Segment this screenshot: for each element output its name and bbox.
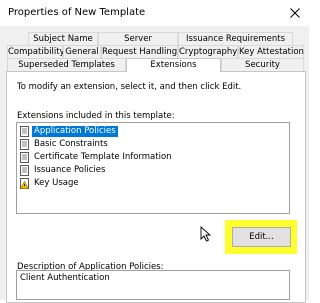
extension-page-icon <box>20 126 29 137</box>
tab-compatibility[interactable]: Compatibility <box>7 45 65 58</box>
properties-dialog: Properties of New Template Subject Name … <box>0 0 309 303</box>
tab-request-handling[interactable]: Request Handling <box>101 45 178 58</box>
extensions-list-label: Extensions included in this template: <box>17 111 175 121</box>
tab-cryptography[interactable]: Cryptography <box>178 45 238 58</box>
tab-server[interactable]: Server <box>98 32 178 45</box>
list-item-issuance-policies[interactable]: Issuance Policies <box>19 165 107 176</box>
list-item-application-policies[interactable]: Application Policies <box>19 126 118 137</box>
warning-page-icon <box>19 178 30 189</box>
extensions-listbox[interactable]: Application Policies Basic Constraints C… <box>16 122 290 214</box>
list-item-key-usage[interactable]: Key Usage <box>19 178 81 189</box>
description-text: Client Authentication <box>20 273 110 283</box>
window-title: Properties of New Template <box>8 7 146 18</box>
extension-page-icon <box>20 139 29 150</box>
mouse-cursor-icon <box>200 226 212 242</box>
tab-issuance-requirements[interactable]: Issuance Requirements <box>178 32 293 45</box>
tab-superseded-templates[interactable]: Superseded Templates <box>7 58 126 71</box>
close-icon <box>290 8 300 18</box>
edit-button[interactable]: Edit... <box>232 227 291 247</box>
tab-key-attestation[interactable]: Key Attestation <box>238 45 304 58</box>
tab-extensions[interactable]: Extensions <box>126 58 221 72</box>
extension-page-icon <box>20 165 29 176</box>
list-item-basic-constraints[interactable]: Basic Constraints <box>19 139 110 150</box>
close-button[interactable] <box>281 0 309 26</box>
instruction-text: To modify an extension, select it, and t… <box>17 82 242 92</box>
tab-subject-name[interactable]: Subject Name <box>28 32 98 45</box>
tab-general[interactable]: General <box>63 45 101 58</box>
tab-security[interactable]: Security <box>221 58 304 71</box>
extension-page-icon <box>20 152 29 163</box>
title-bar[interactable]: Properties of New Template <box>0 0 309 26</box>
description-box: Client Authentication <box>16 270 290 300</box>
list-item-certificate-template-information[interactable]: Certificate Template Information <box>19 152 174 163</box>
